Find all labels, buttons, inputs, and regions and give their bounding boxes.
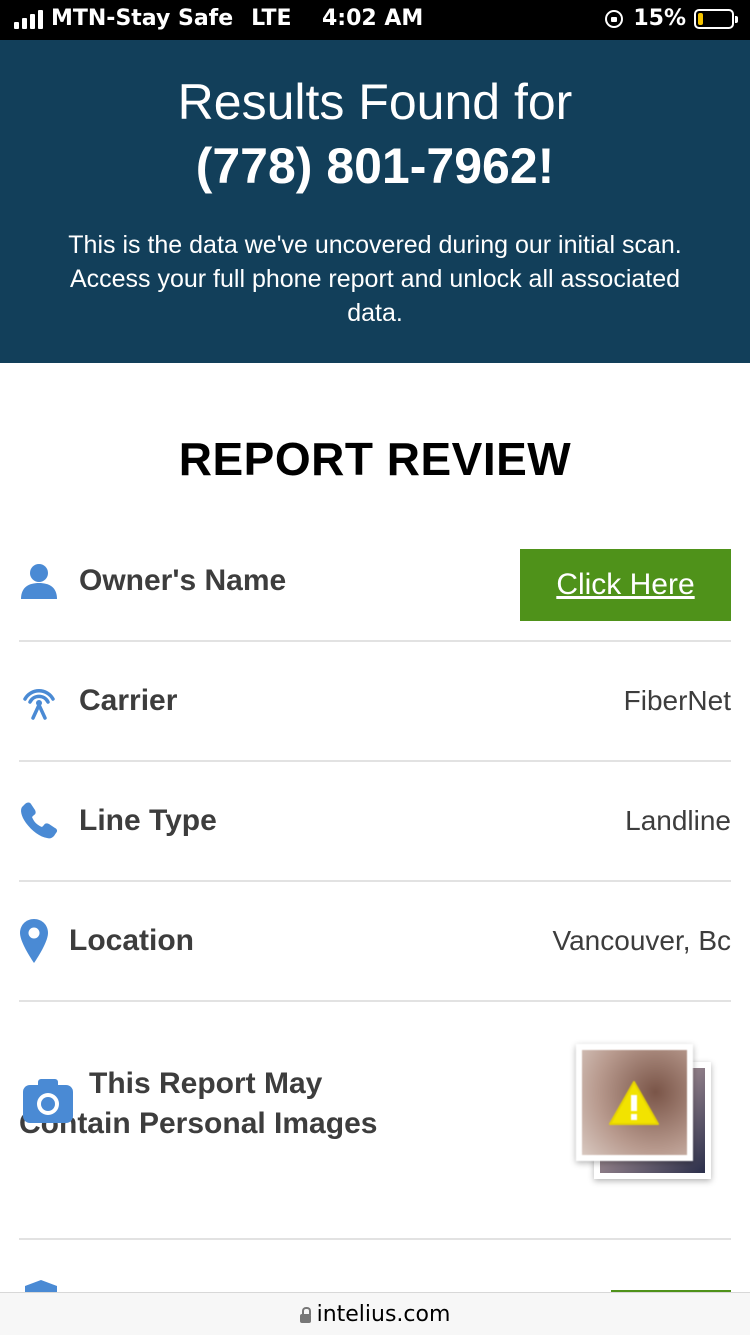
hero-description: This is the data we've uncovered during … — [68, 231, 682, 327]
camera-icon — [22, 1078, 74, 1129]
padlock-icon — [299, 1306, 311, 1323]
hero-title: Results Found for (778) 801-7962! — [0, 70, 750, 198]
report-rows: Owner's Name Click Here Carrier FiberNet… — [19, 522, 731, 1240]
battery-icon — [694, 8, 738, 29]
browser-url-bar[interactable]: intelius.com — [0, 1292, 750, 1335]
results-hero: Results Found for (778) 801-7962! This i… — [0, 40, 750, 363]
rotation-lock-icon — [605, 9, 624, 28]
report-review-title: REPORT REVIEW — [178, 433, 572, 485]
phone-icon — [19, 801, 59, 841]
status-bar: MTN-Stay Safe LTE 4:02 AM 15% — [0, 0, 750, 40]
signal-tower-icon — [19, 681, 59, 721]
url-text: intelius.com — [316, 1301, 451, 1327]
row-label: Carrier — [79, 684, 178, 717]
network-type: LTE — [251, 6, 292, 31]
location-value: Vancouver, Bc — [552, 925, 731, 956]
carrier-name: MTN-Stay Safe — [51, 6, 234, 31]
report-row-line-type: Line Type Landline — [19, 762, 731, 882]
row-label: Owner's Name — [79, 564, 287, 597]
blurred-photo — [576, 1044, 693, 1161]
warning-icon — [608, 1080, 660, 1131]
signal-strength-icon — [14, 9, 43, 29]
battery-percent: 15% — [633, 6, 686, 31]
report-row-personal-images: This Report May Contain Personal Images — [19, 1002, 731, 1240]
row-label: Line Type — [79, 804, 217, 837]
searched-phone-number: (778) 801-7962! — [195, 138, 555, 194]
row-label: Location — [69, 924, 194, 957]
status-time: 4:02 AM — [322, 6, 424, 31]
person-icon — [19, 561, 59, 601]
report-row-location: Location Vancouver, Bc — [19, 882, 731, 1002]
report-row-owner: Owner's Name Click Here — [19, 522, 731, 642]
owner-name-click-here-button[interactable]: Click Here — [520, 549, 731, 621]
hero-title-line: Results Found for — [177, 74, 573, 130]
map-pin-icon — [19, 919, 49, 963]
report-row-carrier: Carrier FiberNet — [19, 642, 731, 762]
report-row-partial — [19, 1274, 731, 1294]
carrier-value: FiberNet — [623, 685, 731, 716]
blurred-photo-thumbnails — [576, 1044, 711, 1179]
line-type-value: Landline — [625, 805, 731, 836]
